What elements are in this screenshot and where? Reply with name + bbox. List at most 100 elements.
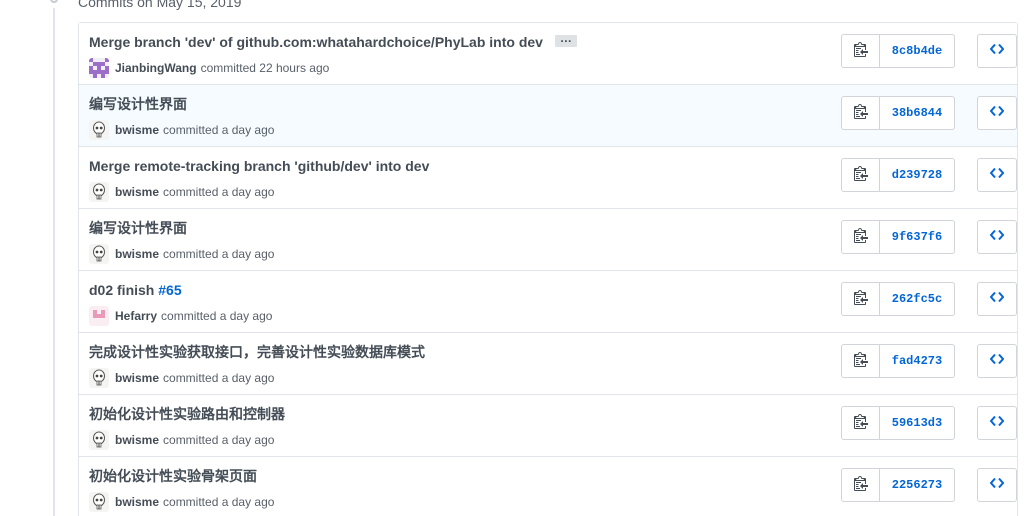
sha-button-group: d239728	[841, 158, 955, 192]
author-avatar[interactable]	[89, 182, 109, 202]
copy-sha-button[interactable]	[841, 468, 880, 502]
commit-meta: bwisme committed a day ago	[89, 182, 274, 202]
commit-meta: Hefarry committed a day ago	[89, 306, 272, 326]
copy-sha-button[interactable]	[841, 220, 880, 254]
copy-sha-button[interactable]	[841, 34, 880, 68]
commit-message-link[interactable]: 编写设计性界面	[89, 220, 187, 236]
commit-author-link[interactable]: JianbingWang	[115, 60, 197, 76]
clippy-icon	[853, 351, 868, 372]
sha-button-group: 9f637f6	[841, 220, 955, 254]
commit-time: a day ago	[219, 309, 273, 323]
commit-message-link[interactable]: Merge branch 'dev' of github.com:whataha…	[89, 34, 543, 50]
commit-row: 初始化设计性实验路由和控制器 bwisme committed a day ag…	[79, 395, 1017, 457]
code-icon	[989, 42, 1005, 61]
commit-message-link[interactable]: 编写设计性界面	[89, 96, 187, 112]
commit-title: Merge branch 'dev' of github.com:whataha…	[89, 32, 577, 51]
clippy-icon	[853, 41, 868, 62]
commit-action-text: committed	[161, 309, 217, 323]
commit-row: 编写设计性界面 bwisme committed a day ago 38b68…	[79, 85, 1017, 147]
commit-time: a day ago	[221, 371, 275, 385]
code-icon	[989, 290, 1005, 309]
commit-message-link[interactable]: d02 finish	[89, 282, 154, 298]
copy-sha-button[interactable]	[841, 158, 880, 192]
commit-sha-link[interactable]: 2256273	[880, 468, 955, 502]
author-avatar[interactable]	[89, 244, 109, 264]
commit-title: 初始化设计性实验骨架页面	[89, 467, 257, 485]
commit-group-title: Commits on May 15, 2019	[78, 0, 242, 10]
author-avatar[interactable]	[89, 368, 109, 388]
commit-meta: bwisme committed a day ago	[89, 244, 274, 264]
browse-repo-button[interactable]	[977, 34, 1017, 68]
commit-action-text: committed	[163, 495, 219, 509]
commit-sha-link[interactable]: d239728	[880, 158, 955, 192]
sha-button-group: 262fc5c	[841, 282, 955, 316]
commit-sha-link[interactable]: 8c8b4de	[880, 34, 955, 68]
commit-sha-link[interactable]: 59613d3	[880, 406, 955, 440]
commit-row: 初始化设计性实验骨架页面 bwisme committed a day ago …	[79, 457, 1017, 516]
commit-title: 完成设计性实验获取接口，完善设计性实验数据库模式	[89, 343, 425, 361]
commit-author-link[interactable]: bwisme	[115, 246, 159, 262]
issue-link[interactable]: #65	[158, 282, 181, 298]
sha-button-group: 38b6844	[841, 96, 955, 130]
browse-repo-button[interactable]	[977, 406, 1017, 440]
commit-author-link[interactable]: bwisme	[115, 432, 159, 448]
browse-repo-button[interactable]	[977, 158, 1017, 192]
commit-history-page: Commits on May 15, 2019 Merge branch 'de…	[0, 0, 1028, 516]
commit-meta: bwisme committed a day ago	[89, 492, 274, 512]
commit-message-link[interactable]: Merge remote-tracking branch 'github/dev…	[89, 158, 429, 174]
commit-title: Merge remote-tracking branch 'github/dev…	[89, 157, 429, 175]
browse-repo-button[interactable]	[977, 344, 1017, 378]
author-avatar[interactable]	[89, 492, 109, 512]
code-icon	[989, 414, 1005, 433]
commit-time: a day ago	[221, 495, 275, 509]
commit-sha-link[interactable]: 38b6844	[880, 96, 955, 130]
code-icon	[989, 476, 1005, 495]
copy-sha-button[interactable]	[841, 344, 880, 378]
commit-row: d02 finish #65 Hefarry committed a day a…	[79, 271, 1017, 333]
git-commit-icon	[46, 0, 62, 8]
commit-list: Merge branch 'dev' of github.com:whataha…	[78, 22, 1018, 516]
browse-repo-button[interactable]	[977, 96, 1017, 130]
browse-repo-button[interactable]	[977, 468, 1017, 502]
sha-button-group: 2256273	[841, 468, 955, 502]
commit-sha-link[interactable]: fad4273	[880, 344, 955, 378]
browse-repo-button[interactable]	[977, 282, 1017, 316]
commit-time: a day ago	[221, 185, 275, 199]
browse-repo-button[interactable]	[977, 220, 1017, 254]
copy-sha-button[interactable]	[841, 96, 880, 130]
clippy-icon	[853, 413, 868, 434]
commit-author-link[interactable]: bwisme	[115, 184, 159, 200]
commit-row: Merge remote-tracking branch 'github/dev…	[79, 147, 1017, 209]
commit-meta: bwisme committed a day ago	[89, 120, 274, 140]
commit-action-text: committed	[163, 433, 219, 447]
author-avatar[interactable]	[89, 58, 109, 78]
commit-author-link[interactable]: bwisme	[115, 494, 159, 510]
code-icon	[989, 352, 1005, 371]
copy-sha-button[interactable]	[841, 406, 880, 440]
commit-sha-link[interactable]: 262fc5c	[880, 282, 955, 316]
expand-description-button[interactable]: …	[554, 32, 577, 48]
code-icon	[989, 166, 1005, 185]
commit-action-text: committed	[163, 185, 219, 199]
author-avatar[interactable]	[89, 430, 109, 450]
commit-title: 编写设计性界面	[89, 95, 187, 113]
copy-sha-button[interactable]	[841, 282, 880, 316]
author-avatar[interactable]	[89, 120, 109, 140]
code-icon	[989, 104, 1005, 123]
commit-author-link[interactable]: bwisme	[115, 370, 159, 386]
commit-time: a day ago	[221, 247, 275, 261]
commit-author-link[interactable]: bwisme	[115, 122, 159, 138]
commit-action-text: committed	[163, 247, 219, 261]
sha-button-group: 59613d3	[841, 406, 955, 440]
timeline-line	[53, 0, 55, 516]
commit-message-link[interactable]: 初始化设计性实验路由和控制器	[89, 406, 285, 422]
commit-message-link[interactable]: 初始化设计性实验骨架页面	[89, 468, 257, 484]
commit-row: 编写设计性界面 bwisme committed a day ago 9f637…	[79, 209, 1017, 271]
commit-meta: bwisme committed a day ago	[89, 430, 274, 450]
author-avatar[interactable]	[89, 306, 109, 326]
commit-author-link[interactable]: Hefarry	[115, 308, 157, 324]
commit-title: 初始化设计性实验路由和控制器	[89, 405, 285, 423]
commit-sha-link[interactable]: 9f637f6	[880, 220, 955, 254]
commit-title: 编写设计性界面	[89, 219, 187, 237]
commit-message-link[interactable]: 完成设计性实验获取接口，完善设计性实验数据库模式	[89, 344, 425, 360]
